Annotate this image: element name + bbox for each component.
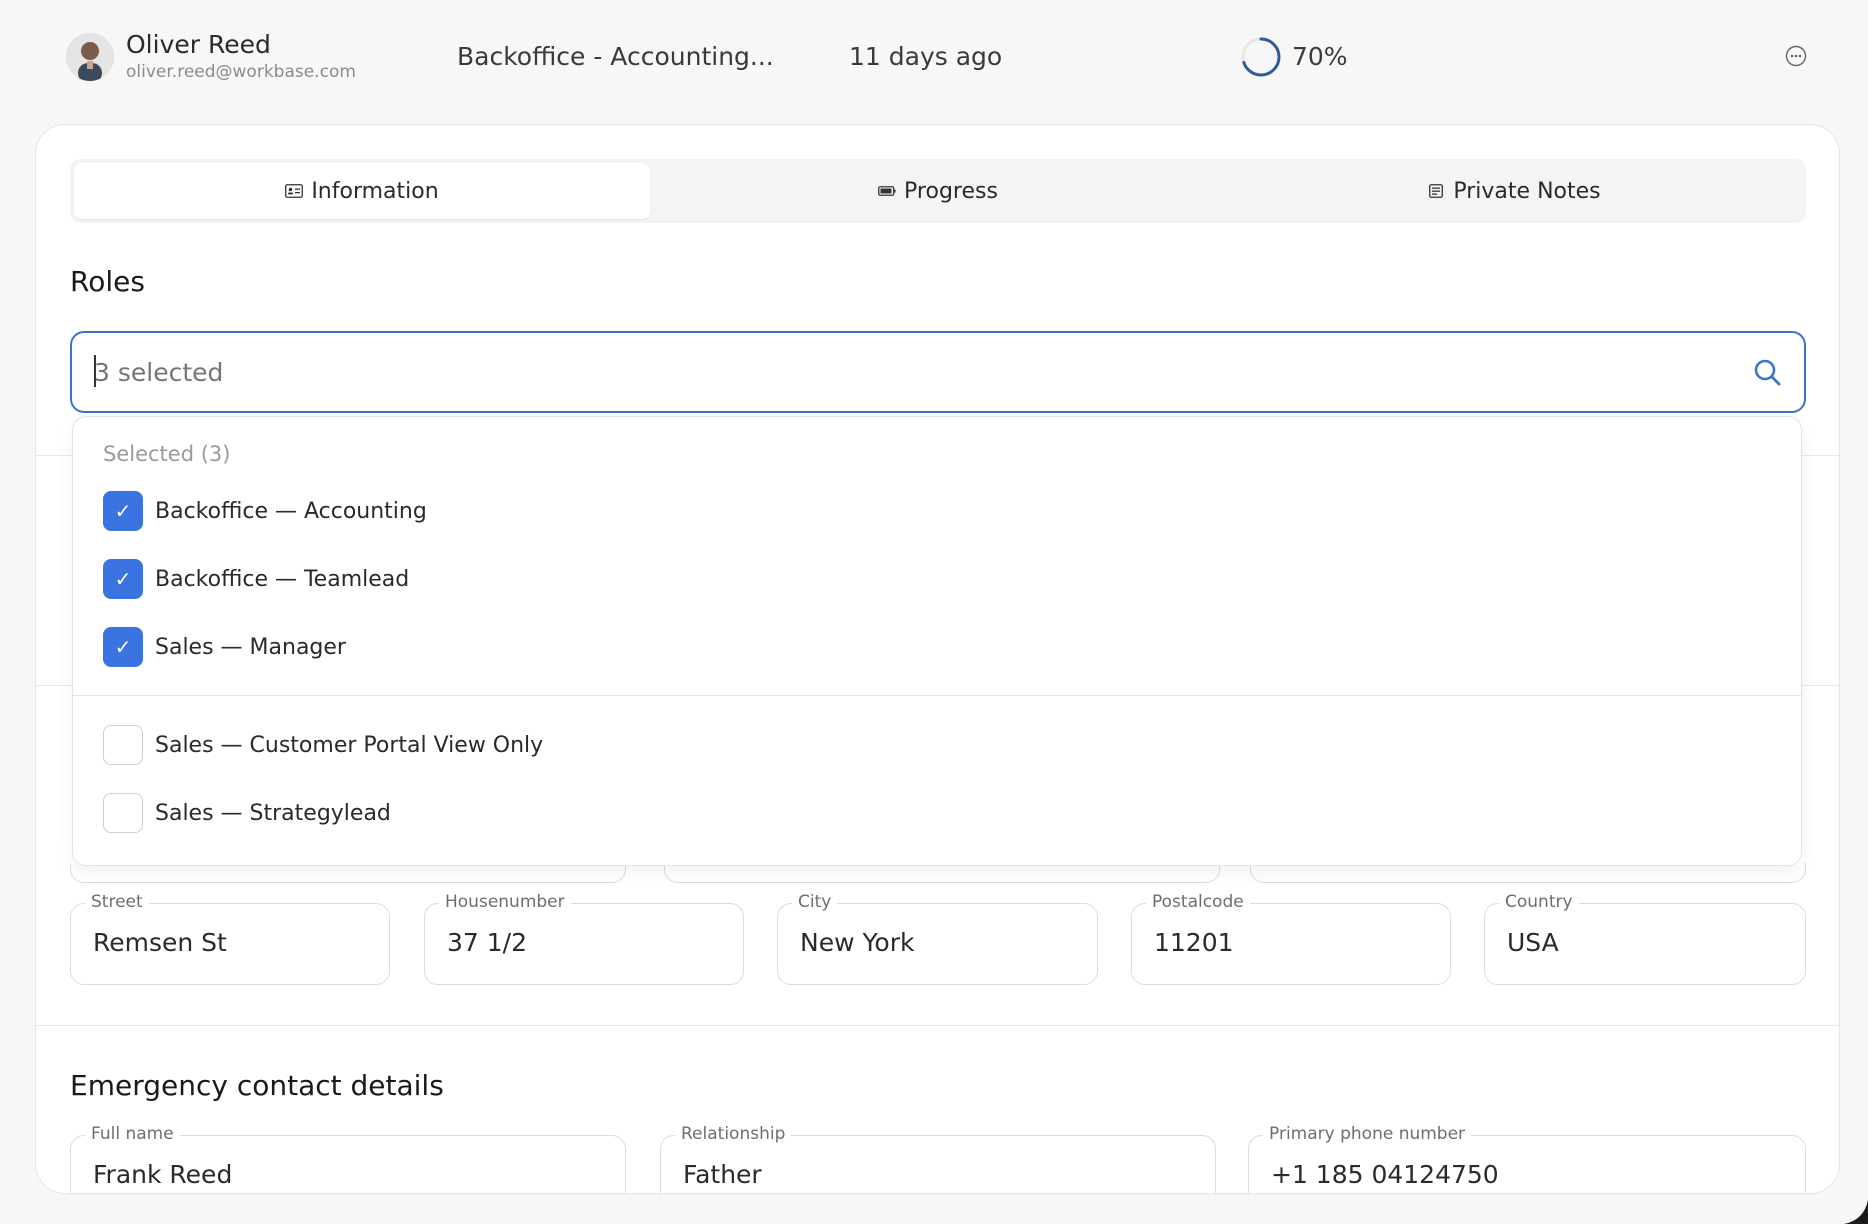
tab-bar: Information Progress Private Notes bbox=[70, 159, 1806, 223]
city-field[interactable]: City New York bbox=[777, 892, 1098, 985]
tab-private-notes-label: Private Notes bbox=[1453, 178, 1601, 204]
street-value: Remsen St bbox=[93, 928, 227, 957]
full-name-label: Full name bbox=[85, 1124, 180, 1144]
search-icon[interactable] bbox=[1752, 357, 1784, 389]
check-icon: ✓ bbox=[114, 635, 132, 659]
window-corner-decoration bbox=[1844, 1200, 1868, 1224]
checkbox-checked[interactable]: ✓ bbox=[103, 559, 143, 599]
emergency-relationship-field[interactable]: Relationship Father bbox=[660, 1124, 1216, 1193]
emergency-full-name-field[interactable]: Full name Frank Reed bbox=[70, 1124, 626, 1193]
postalcode-field[interactable]: Postalcode 11201 bbox=[1131, 892, 1451, 985]
roles-search-input[interactable] bbox=[94, 351, 1694, 393]
housenumber-field[interactable]: Housenumber 37 1/2 bbox=[424, 892, 744, 985]
header-role: Backoffice - Accounting... bbox=[457, 42, 774, 71]
role-option-backoffice-teamlead[interactable]: ✓ Backoffice — Teamlead bbox=[103, 555, 1763, 603]
avatar[interactable] bbox=[66, 33, 114, 81]
housenumber-value: 37 1/2 bbox=[447, 928, 527, 957]
page-header: Oliver Reed oliver.reed@workbase.com Bac… bbox=[0, 0, 1868, 115]
postalcode-value: 11201 bbox=[1154, 928, 1234, 957]
tab-progress-label: Progress bbox=[904, 178, 998, 204]
checkbox-checked[interactable]: ✓ bbox=[103, 627, 143, 667]
user-email: oliver.reed@workbase.com bbox=[126, 62, 356, 82]
role-option-label: Sales — Manager bbox=[155, 634, 346, 660]
role-option-sales-manager[interactable]: ✓ Sales — Manager bbox=[103, 623, 1763, 671]
city-label: City bbox=[792, 892, 838, 912]
role-option-sales-strategylead[interactable]: Sales — Strategylead bbox=[103, 789, 1763, 837]
progress-ring-icon bbox=[1241, 37, 1281, 77]
user-name: Oliver Reed bbox=[126, 30, 271, 59]
postalcode-label: Postalcode bbox=[1146, 892, 1250, 912]
roles-section-title: Roles bbox=[70, 265, 145, 298]
country-label: Country bbox=[1499, 892, 1579, 912]
roles-search-box[interactable] bbox=[70, 331, 1806, 413]
phone-label: Primary phone number bbox=[1263, 1124, 1472, 1144]
full-name-value: Frank Reed bbox=[93, 1160, 233, 1189]
street-field[interactable]: Street Remsen St bbox=[70, 892, 390, 985]
checkbox-unchecked[interactable] bbox=[103, 793, 143, 833]
emergency-section-title: Emergency contact details bbox=[70, 1069, 444, 1102]
roles-dropdown: Selected (3) ✓ Backoffice — Accounting ✓… bbox=[72, 416, 1802, 866]
role-option-backoffice-accounting[interactable]: ✓ Backoffice — Accounting bbox=[103, 487, 1763, 535]
id-card-icon bbox=[285, 184, 304, 198]
tab-information[interactable]: Information bbox=[74, 163, 650, 219]
check-icon: ✓ bbox=[114, 567, 132, 591]
country-field[interactable]: Country USA bbox=[1484, 892, 1806, 985]
city-value: New York bbox=[800, 928, 915, 957]
checkbox-checked[interactable]: ✓ bbox=[103, 491, 143, 531]
role-option-label: Backoffice — Accounting bbox=[155, 498, 427, 524]
relationship-value: Father bbox=[683, 1160, 762, 1189]
checkbox-unchecked[interactable] bbox=[103, 725, 143, 765]
tab-information-label: Information bbox=[311, 178, 439, 204]
more-options-icon[interactable] bbox=[1785, 45, 1807, 67]
hidden-field bbox=[664, 863, 1220, 883]
role-option-label: Sales — Strategylead bbox=[155, 800, 391, 826]
battery-icon bbox=[878, 186, 896, 196]
housenumber-label: Housenumber bbox=[439, 892, 571, 912]
tab-progress[interactable]: Progress bbox=[650, 163, 1226, 219]
note-icon bbox=[1429, 184, 1444, 198]
text-cursor bbox=[94, 355, 96, 387]
street-label: Street bbox=[85, 892, 149, 912]
country-value: USA bbox=[1507, 928, 1559, 957]
role-option-label: Backoffice — Teamlead bbox=[155, 566, 410, 592]
check-icon: ✓ bbox=[114, 499, 132, 523]
dropdown-selected-header: Selected (3) bbox=[103, 442, 231, 466]
header-last-updated: 11 days ago bbox=[849, 42, 1003, 71]
tab-private-notes[interactable]: Private Notes bbox=[1226, 163, 1802, 219]
phone-value: +1 185 04124750 bbox=[1271, 1160, 1499, 1189]
relationship-label: Relationship bbox=[675, 1124, 792, 1144]
progress-percentage: 70% bbox=[1292, 42, 1348, 71]
role-option-label: Sales — Customer Portal View Only bbox=[155, 732, 544, 758]
emergency-phone-field[interactable]: Primary phone number +1 185 04124750 bbox=[1248, 1124, 1806, 1193]
hidden-field bbox=[1250, 863, 1806, 883]
role-option-sales-customer-portal[interactable]: Sales — Customer Portal View Only bbox=[103, 721, 1763, 769]
hidden-field bbox=[70, 863, 626, 883]
dropdown-divider bbox=[73, 695, 1801, 696]
section-divider bbox=[36, 1025, 1839, 1026]
